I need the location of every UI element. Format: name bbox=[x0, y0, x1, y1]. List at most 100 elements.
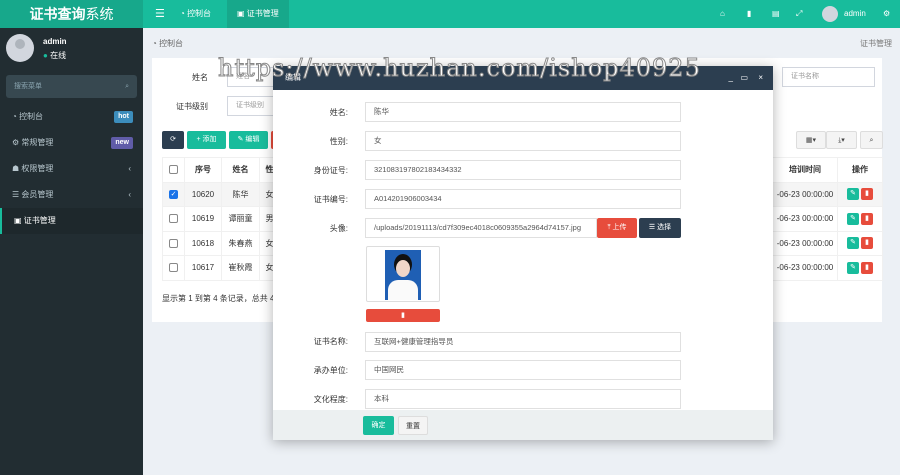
fullscreen-icon[interactable]: ⤢ bbox=[786, 0, 812, 28]
add-label: 添加 bbox=[202, 136, 217, 143]
col-name[interactable]: 姓名 bbox=[221, 157, 260, 183]
cell-time: -06-23 00:00:00 bbox=[772, 230, 838, 256]
edit-button[interactable]: ✎ 编辑 bbox=[229, 131, 268, 149]
sidebar-username: admin bbox=[43, 37, 67, 46]
field-label: 证书编号: bbox=[313, 195, 348, 204]
cell-name: 朱春燕 bbox=[221, 230, 260, 256]
upload-button[interactable]: ⤒ 上传 bbox=[597, 218, 637, 238]
id-number-field[interactable]: 321083197802183434332 bbox=[365, 160, 681, 180]
reset-button[interactable]: 重置 bbox=[398, 416, 428, 435]
col-train-time[interactable]: 培训时间 bbox=[772, 157, 838, 183]
row-checkbox[interactable] bbox=[169, 214, 178, 224]
watermark-text: https://www.huzhan.com/ishop40925 bbox=[218, 54, 701, 83]
tab-label: 证书管理 bbox=[246, 9, 279, 18]
row-checkbox[interactable] bbox=[169, 263, 178, 273]
refresh-button[interactable]: ⟳ bbox=[162, 131, 184, 149]
delete-row-button[interactable]: ▮ bbox=[861, 188, 873, 201]
cell-id: 10618 bbox=[184, 230, 222, 256]
row-checkbox[interactable]: ✓ bbox=[169, 189, 178, 199]
sidebar-avatar bbox=[6, 34, 34, 62]
user-name[interactable]: admin bbox=[834, 0, 876, 28]
edit-row-button[interactable]: ✎ bbox=[847, 261, 859, 274]
field-label: 文化程度: bbox=[313, 395, 348, 404]
cell-id: 10617 bbox=[184, 255, 222, 281]
breadcrumb-item[interactable]: 控制台 bbox=[159, 39, 183, 48]
avatar-path-field[interactable]: /uploads/20191113/cd7f309ec4018c0609355a… bbox=[365, 218, 597, 238]
menu-label: 证书管理 bbox=[23, 216, 56, 225]
gender-field[interactable]: 女 bbox=[365, 131, 681, 151]
education-field[interactable]: 本科 bbox=[365, 389, 681, 409]
logo-bold: 证书查询 bbox=[29, 6, 86, 22]
online-status: ● 在线 bbox=[43, 51, 67, 60]
field-label: 身份证号: bbox=[313, 166, 348, 175]
trash-icon[interactable]: ▮ bbox=[737, 0, 761, 28]
edit-label: 编辑 bbox=[245, 136, 260, 143]
menu-label: 会员管理 bbox=[21, 190, 54, 199]
app-logo[interactable]: 证书查询系统 bbox=[0, 0, 143, 28]
cert-name-filter-input[interactable]: 证书名称 bbox=[782, 67, 875, 87]
edit-row-button[interactable]: ✎ bbox=[847, 237, 859, 250]
menu-label: 常规管理 bbox=[21, 138, 54, 147]
row-checkbox[interactable] bbox=[169, 238, 178, 248]
cell-name: 崔秋霞 bbox=[221, 255, 260, 281]
cell-time: -06-23 00:00:00 bbox=[772, 255, 838, 281]
name-filter-label: 姓名 bbox=[192, 73, 208, 82]
sidebar-item-members[interactable]: ☰ 会员管理 ‹ bbox=[0, 182, 143, 208]
close-icon[interactable]: × bbox=[758, 66, 763, 90]
choose-button[interactable]: ☰ 选择 bbox=[639, 218, 681, 238]
tab-cert-manage[interactable]: ▣ 证书管理 bbox=[227, 0, 289, 28]
cell-time: -06-23 00:00:00 bbox=[772, 181, 838, 207]
export-dropdown[interactable]: ⤓▾ bbox=[826, 131, 857, 149]
delete-avatar-button[interactable]: ▮ bbox=[366, 309, 440, 322]
select-all-checkbox[interactable] bbox=[169, 165, 178, 175]
tab-label: 控制台 bbox=[187, 9, 212, 18]
col-id[interactable]: 序号 bbox=[184, 157, 222, 183]
logo-rest: 系统 bbox=[85, 6, 114, 22]
home-icon[interactable]: ⌂ bbox=[710, 0, 735, 28]
cell-id: 10619 bbox=[184, 206, 222, 232]
level-filter-label: 证书级别 bbox=[176, 102, 208, 111]
delete-row-button[interactable]: ▮ bbox=[861, 237, 873, 250]
cell-name: 谭丽童 bbox=[221, 206, 260, 232]
upload-label: 上传 bbox=[612, 224, 627, 231]
minimize-icon[interactable]: _ bbox=[729, 66, 733, 90]
maximize-icon[interactable]: ▭ bbox=[740, 66, 748, 90]
organizer-field[interactable]: 中国网民 bbox=[365, 360, 681, 380]
delete-row-button[interactable]: ▮ bbox=[861, 261, 873, 274]
columns-dropdown[interactable]: ▦▾ bbox=[796, 131, 826, 149]
cell-id: 10620 bbox=[184, 181, 222, 207]
field-label: 姓名: bbox=[329, 108, 348, 117]
hot-badge: hot bbox=[114, 111, 133, 123]
field-label: 证书名称: bbox=[313, 337, 348, 346]
sidebar-item-general[interactable]: ⚙ 常规管理 new bbox=[0, 130, 143, 156]
status-text: 在线 bbox=[50, 51, 67, 60]
ok-button[interactable]: 确定 bbox=[363, 416, 394, 435]
edit-row-button[interactable]: ✎ bbox=[847, 188, 859, 201]
search-icon: ⌕ bbox=[125, 83, 129, 90]
chevron-left-icon: ‹ bbox=[128, 190, 131, 199]
breadcrumb-current: 证书管理 bbox=[860, 39, 892, 48]
cert-number-field[interactable]: A014201906003434 bbox=[365, 189, 681, 209]
avatar-preview bbox=[366, 246, 440, 302]
modal-footer bbox=[273, 410, 773, 440]
edit-modal: 编辑 _ ▭ × 姓名: 陈华 性别: 女 身份证号: 321083197802… bbox=[273, 66, 773, 440]
cert-name-field[interactable]: 互联网+健康管理指导员 bbox=[365, 332, 681, 352]
delete-row-button[interactable]: ▮ bbox=[861, 212, 873, 225]
edit-row-button[interactable]: ✎ bbox=[847, 212, 859, 225]
chevron-left-icon: ‹ bbox=[128, 164, 131, 173]
menu-label: 权限管理 bbox=[21, 164, 54, 173]
sidebar-item-dashboard[interactable]: ◔ 控制台 hot bbox=[0, 104, 143, 130]
cell-name: 陈华 bbox=[221, 181, 260, 207]
field-label: 承办单位: bbox=[313, 366, 348, 375]
cell-time: -06-23 00:00:00 bbox=[772, 206, 838, 232]
sidebar-item-permission[interactable]: ☗ 权限管理 ‹ bbox=[0, 156, 143, 182]
settings-icon[interactable]: ⚙ bbox=[873, 0, 900, 28]
breadcrumb: ◔ 控制台 bbox=[152, 39, 184, 48]
add-button[interactable]: + 添加 bbox=[187, 131, 226, 149]
tab-dashboard[interactable]: ◔ 控制台 bbox=[170, 0, 221, 28]
name-field[interactable]: 陈华 bbox=[365, 102, 681, 122]
menu-search-input[interactable]: 搜索菜单 ⌕ bbox=[6, 75, 137, 98]
sidebar-item-certificates[interactable]: ▣ 证书管理 bbox=[0, 208, 143, 234]
search-toggle-button[interactable]: ⌕ bbox=[860, 131, 883, 149]
search-placeholder: 搜索菜单 bbox=[14, 83, 42, 90]
